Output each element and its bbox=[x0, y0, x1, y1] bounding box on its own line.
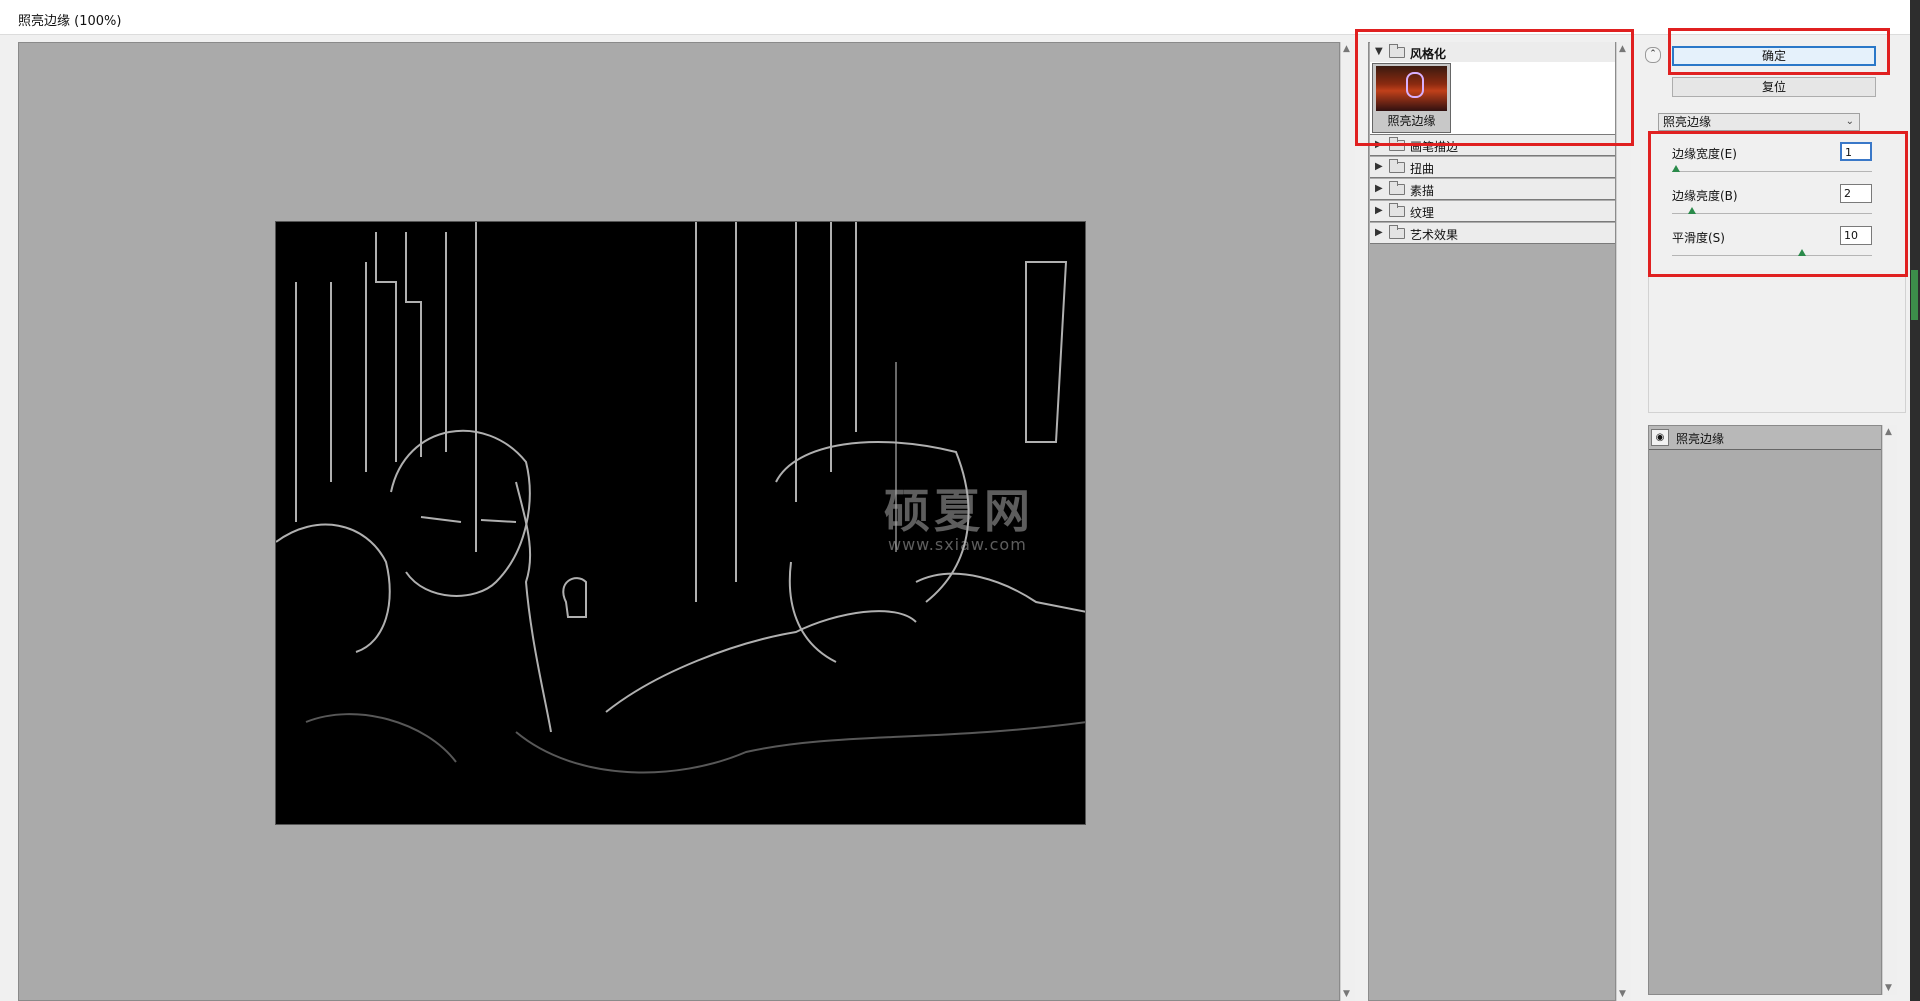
layers-scrollbar[interactable]: ▲ ▼ bbox=[1882, 425, 1897, 995]
edge-indicator bbox=[1911, 270, 1918, 320]
expand-triangle-icon[interactable]: ▶ bbox=[1375, 227, 1383, 238]
scroll-down-icon[interactable]: ▼ bbox=[1885, 983, 1892, 993]
folder-icon bbox=[1389, 181, 1405, 195]
preview-scrollbar[interactable]: ▲ ▼ bbox=[1340, 42, 1355, 1001]
effect-layers-panel bbox=[1648, 425, 1882, 995]
window-title: 照亮边缘 (100%) bbox=[18, 14, 122, 29]
gallery-scrollbar[interactable]: ▲ ▼ bbox=[1616, 42, 1631, 1001]
category-sketch[interactable]: ▶ 素描 bbox=[1370, 179, 1615, 200]
category-label: 纹理 bbox=[1410, 206, 1435, 220]
reset-button[interactable]: 复位 bbox=[1672, 77, 1876, 97]
scroll-up-icon[interactable]: ▲ bbox=[1885, 427, 1892, 437]
scroll-down-icon[interactable]: ▼ bbox=[1343, 989, 1350, 999]
annotation-box-params bbox=[1648, 131, 1908, 277]
watermark-title: 硕夏网 bbox=[884, 484, 1034, 538]
collapse-panel-icon[interactable]: ⌃ bbox=[1645, 47, 1661, 63]
annotation-box-gallery bbox=[1355, 29, 1634, 146]
expand-triangle-icon[interactable]: ▶ bbox=[1375, 183, 1383, 194]
category-label: 素描 bbox=[1410, 184, 1435, 198]
expand-triangle-icon[interactable]: ▶ bbox=[1375, 161, 1383, 172]
filter-select-value: 照亮边缘 bbox=[1663, 115, 1712, 129]
expand-triangle-icon[interactable]: ▶ bbox=[1375, 205, 1383, 216]
folder-icon bbox=[1389, 159, 1405, 173]
category-label: 艺术效果 bbox=[1410, 228, 1459, 242]
eye-icon[interactable]: ◉ bbox=[1651, 429, 1669, 446]
annotation-box-ok bbox=[1668, 28, 1890, 75]
folder-icon bbox=[1389, 203, 1405, 217]
effect-layer-label: 照亮边缘 bbox=[1676, 432, 1725, 446]
folder-icon bbox=[1389, 225, 1405, 239]
category-texture[interactable]: ▶ 纹理 bbox=[1370, 201, 1615, 222]
watermark-url: www.sxiaw.com bbox=[888, 535, 1027, 554]
category-label: 扭曲 bbox=[1410, 162, 1435, 176]
filter-select[interactable]: 照亮边缘 ⌄ bbox=[1658, 113, 1860, 131]
scroll-down-icon[interactable]: ▼ bbox=[1619, 989, 1626, 999]
scroll-up-icon[interactable]: ▲ bbox=[1343, 44, 1350, 54]
category-artistic[interactable]: ▶ 艺术效果 bbox=[1370, 223, 1615, 244]
window-edge bbox=[1910, 0, 1920, 1001]
category-distort[interactable]: ▶ 扭曲 bbox=[1370, 157, 1615, 178]
chevron-down-icon: ⌄ bbox=[1845, 116, 1854, 127]
